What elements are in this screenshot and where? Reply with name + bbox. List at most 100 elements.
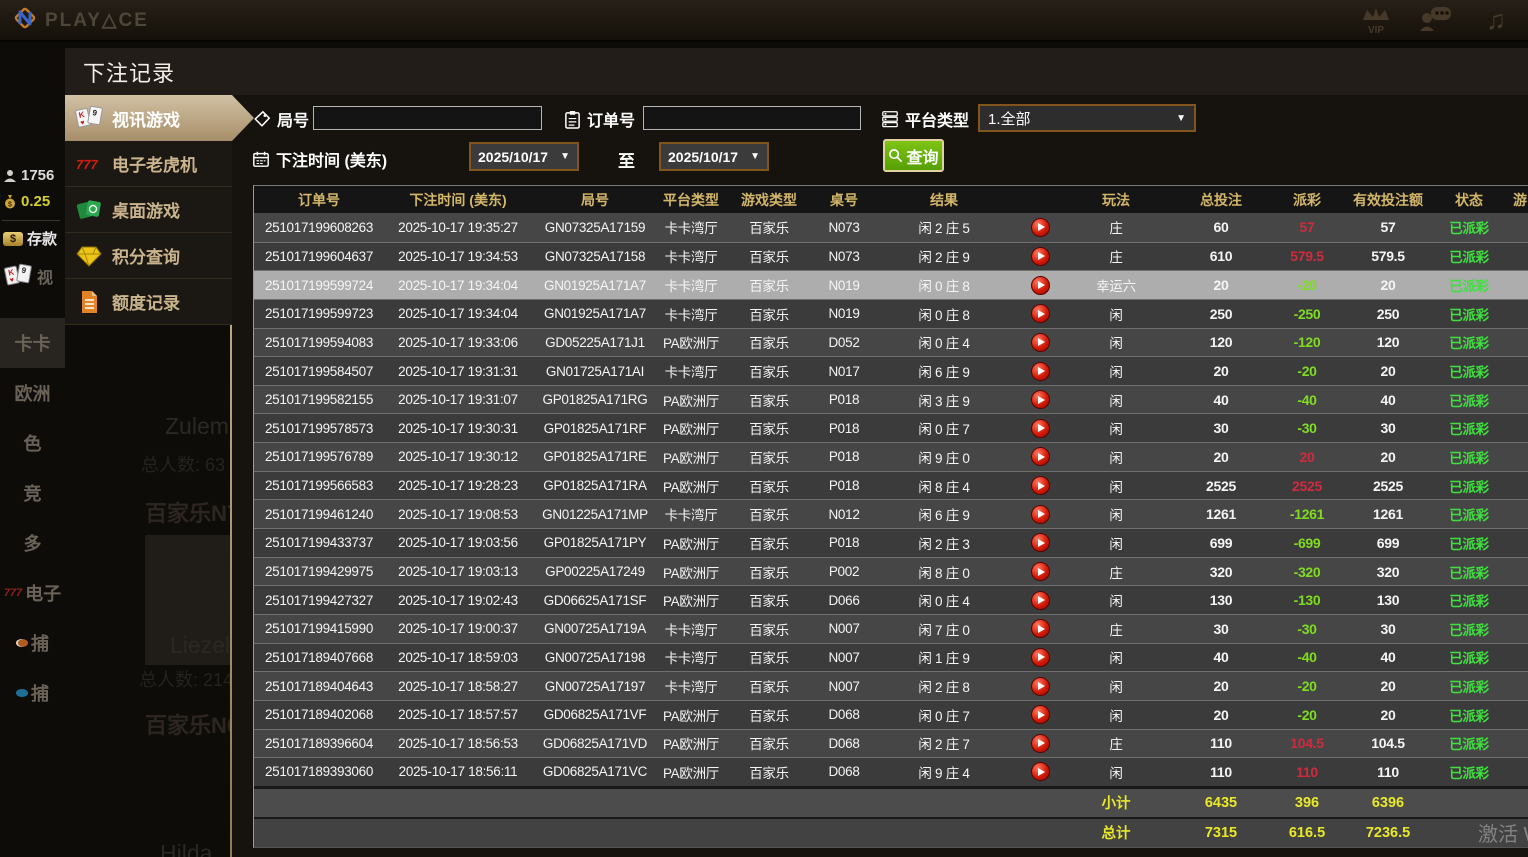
replay-button[interactable]	[1030, 361, 1050, 381]
dealer-name: Liezel	[170, 632, 231, 658]
table-row[interactable]: 251017189407668 2025-10-17 18:59:03 GN0072…	[254, 642, 1528, 672]
replay-button[interactable]	[1030, 562, 1050, 581]
replay-button[interactable]	[1030, 733, 1050, 753]
replay-button[interactable]	[1030, 246, 1050, 266]
cell-valid_bet: 20	[1380, 706, 1396, 723]
replay-button[interactable]	[1030, 533, 1050, 553]
replay-button[interactable]	[1030, 390, 1050, 410]
chat-icon[interactable]	[1418, 2, 1454, 38]
cell-platform: 卡卡湾厅	[664, 221, 718, 237]
cell-order_id: 251017199608263	[264, 219, 374, 235]
table-row[interactable]: 251017189396604 2025-10-17 18:56:53 GD0682…	[254, 728, 1528, 758]
replay-button[interactable]	[1030, 447, 1050, 467]
user-avatar[interactable]	[14, 95, 64, 159]
cell-game_type: 百家乐	[749, 594, 789, 610]
column-header: 有效投注额	[1353, 191, 1423, 208]
background-nav-item[interactable]: 捕	[0, 668, 65, 718]
replay-button[interactable]	[1030, 332, 1050, 352]
table-row[interactable]: 251017199576789 2025-10-17 19:30:12 GP0182…	[254, 442, 1528, 471]
table-row[interactable]: 251017199599723 2025-10-17 19:34:04 GN0192…	[254, 298, 1528, 328]
cell-payout: -40	[1297, 391, 1317, 408]
table-row[interactable]: 251017199461240 2025-10-17 19:08:53 GN0122…	[254, 499, 1528, 529]
table-row[interactable]: 251017199584507 2025-10-17 19:31:31 GN0172…	[254, 356, 1528, 385]
cell-play_type: 闲	[1109, 508, 1123, 524]
search-button[interactable]: 查询	[883, 139, 944, 172]
cell-result: 闲 2 庄 3	[918, 536, 970, 552]
menu-item-points[interactable]: 积分查询	[65, 233, 232, 279]
cell-play	[1014, 701, 1066, 729]
menu-item-quota-records[interactable]: 额度记录	[65, 279, 232, 325]
background-nav-item[interactable]: 多	[0, 518, 65, 568]
table-row[interactable]: 251017199578573 2025-10-17 19:30:31 GP0182…	[254, 413, 1528, 443]
table-row[interactable]: 251017199604637 2025-10-17 19:34:53 GN0732…	[254, 241, 1528, 271]
replay-button[interactable]	[1030, 590, 1050, 610]
modal-titlebar: 下注记录	[65, 48, 1528, 95]
cell-play	[1500, 758, 1528, 786]
table-row[interactable]: 251017199582155 2025-10-17 19:31:07 GP0182…	[254, 384, 1528, 414]
user-id: 1756	[21, 167, 55, 184]
replay-button[interactable]	[1030, 476, 1050, 496]
background-nav-item[interactable]: 捕	[0, 618, 65, 668]
order-id-input[interactable]	[643, 106, 861, 130]
cell-total_bet: 40	[1213, 391, 1229, 408]
table-row[interactable]: 251017199429975 2025-10-17 19:03:13 GP0022…	[254, 556, 1528, 586]
cell-order_id: 251017199604637	[264, 248, 374, 264]
replay-button[interactable]	[1030, 676, 1050, 696]
replay-button[interactable]	[1030, 304, 1050, 324]
replay-button[interactable]	[1030, 647, 1050, 667]
table-row[interactable]: 251017189404643 2025-10-17 18:58:27 GN0072…	[254, 671, 1528, 700]
platform-type-value: 1.全部	[988, 110, 1031, 128]
cell-payout: -40	[1297, 649, 1317, 666]
replay-button[interactable]	[1030, 418, 1050, 438]
menu-item-video-games[interactable]: K ♥ 9 视讯游戏	[65, 95, 254, 141]
cell-round_id: GN07325A17159	[544, 219, 646, 235]
table-row[interactable]: 251017199594083 2025-10-17 19:33:06 GD0522…	[254, 327, 1528, 357]
cell-payout: 110	[1296, 763, 1318, 780]
vip-icon[interactable]: VIP	[1358, 2, 1394, 38]
background-nav-item[interactable]: 色	[0, 418, 65, 468]
summary-payout: 396	[1294, 794, 1320, 811]
playace-logo[interactable]: PLAY△CE	[12, 5, 149, 36]
date-to-picker[interactable]: 2025/10/17 ▼	[659, 142, 769, 171]
cell-play_type: 庄	[1109, 622, 1123, 638]
table-row[interactable]: 251017199427327 2025-10-17 19:02:43 GD0662…	[254, 585, 1528, 614]
replay-button[interactable]	[1030, 705, 1050, 725]
replay-button[interactable]	[1030, 217, 1050, 237]
background-nav-item[interactable]: 卡卡	[0, 318, 65, 368]
cell-play	[1014, 414, 1066, 442]
deposit-button[interactable]: $ 存款	[3, 228, 57, 249]
cell-table_no: N007	[828, 621, 860, 637]
replay-button[interactable]	[1030, 762, 1050, 782]
cell-bet_time: 2025-10-17 19:34:04	[398, 306, 518, 322]
cell-bet_time: 2025-10-17 19:31:07	[398, 392, 518, 408]
music-icon[interactable]: ♫	[1478, 2, 1514, 38]
replay-button[interactable]	[1030, 619, 1050, 639]
menu-item-slots[interactable]: 777 电子老虎机	[65, 141, 232, 187]
table-row[interactable]: 251017199415990 2025-10-17 19:00:37 GN0072…	[254, 613, 1528, 643]
cell-play	[1014, 672, 1066, 700]
table-row[interactable]: 251017199433737 2025-10-17 19:03:56 GP0182…	[254, 528, 1528, 557]
cell-game_type: 百家乐	[749, 422, 789, 438]
video-games-shortcut[interactable]: K ♥ 9 视	[3, 262, 53, 290]
cell-table_no: D052	[828, 334, 860, 350]
replay-button[interactable]	[1030, 275, 1050, 295]
date-from-picker[interactable]: 2025/10/17 ▼	[469, 142, 579, 171]
table-row[interactable]: 251017199566583 2025-10-17 19:28:23 GP0182…	[254, 470, 1528, 500]
svg-text:777: 777	[76, 157, 98, 172]
cell-valid_bet: 579.5	[1371, 248, 1405, 265]
background-nav-item[interactable]: 777 电子	[0, 568, 65, 618]
table-row[interactable]: 251017189402068 2025-10-17 18:57:57 GD0682…	[254, 699, 1528, 729]
background-nav-item[interactable]: 竞	[0, 468, 65, 518]
menu-item-table-games[interactable]: 桌面游戏	[65, 187, 232, 233]
table-row[interactable]: 251017199608263 2025-10-17 19:35:27 GN0732…	[254, 213, 1528, 242]
summary-empty-cell	[532, 819, 658, 847]
cell-play	[1014, 730, 1066, 758]
background-nav-item[interactable]: 欧洲	[0, 368, 65, 418]
table-row[interactable]: 251017199599724 2025-10-17 19:34:04 GN0192…	[254, 270, 1528, 299]
table-row[interactable]: 251017189393060 2025-10-17 18:56:11 GD0682…	[254, 757, 1528, 786]
cell-game_type: 百家乐	[749, 708, 789, 724]
replay-button[interactable]	[1030, 504, 1050, 524]
round-id-input[interactable]	[313, 106, 542, 130]
cell-valid_bet: 1261	[1373, 506, 1403, 523]
platform-type-select[interactable]: 1.全部 ▼	[978, 104, 1196, 132]
